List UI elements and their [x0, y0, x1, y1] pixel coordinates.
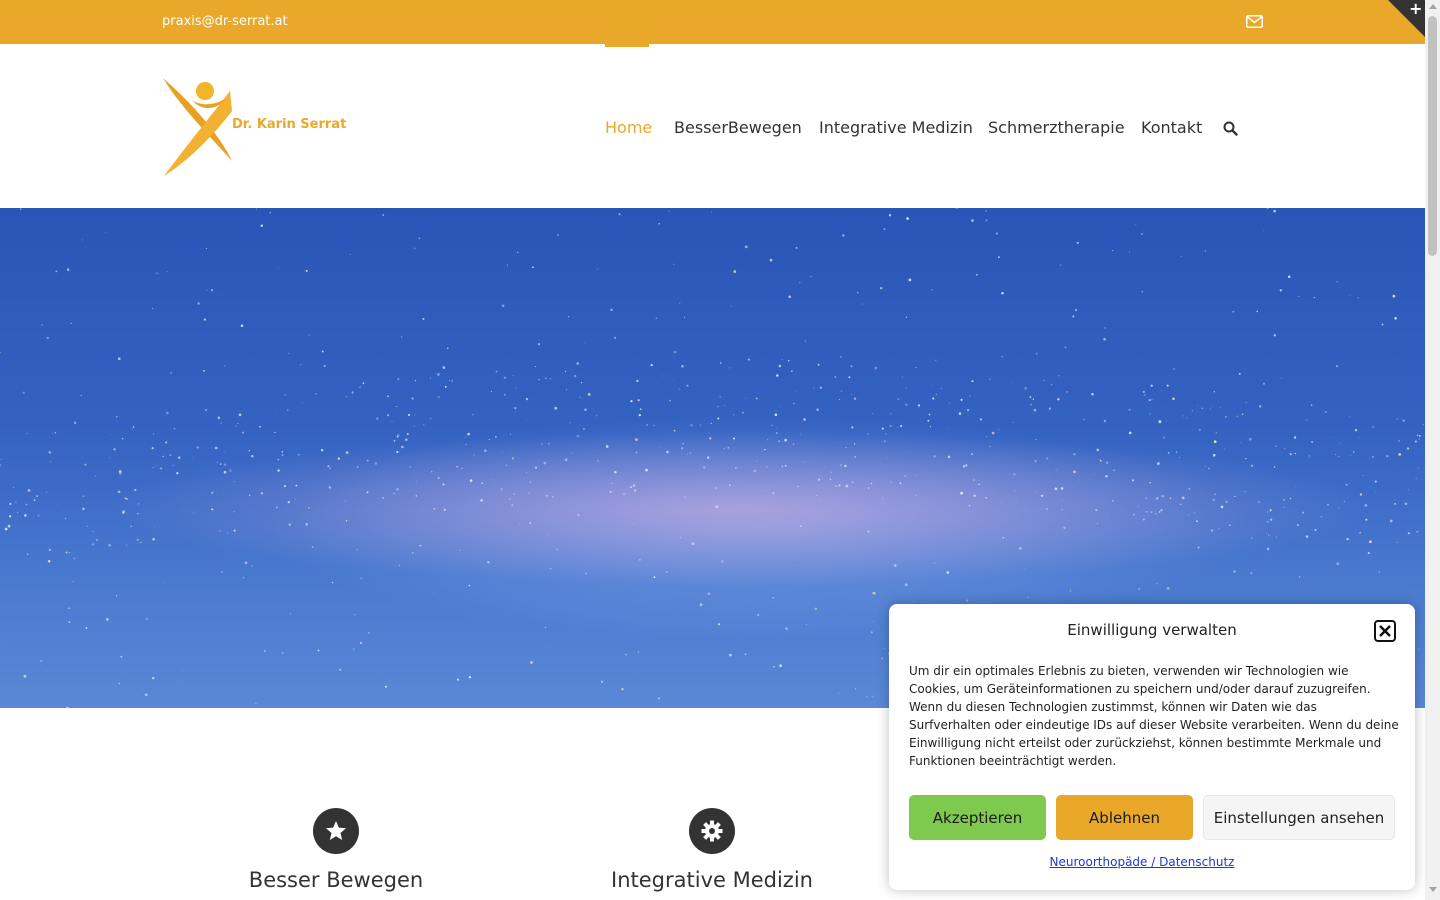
- nav-item-home[interactable]: Home: [605, 118, 652, 137]
- search-icon[interactable]: [1223, 121, 1238, 136]
- star-badge-icon: [313, 808, 359, 854]
- page-scrollbar[interactable]: [1425, 0, 1440, 900]
- envelope-icon[interactable]: [1246, 15, 1263, 28]
- view-settings-button[interactable]: Einstellungen ansehen: [1203, 795, 1395, 840]
- gear-icon: [689, 808, 735, 854]
- nav-active-indicator: [605, 44, 649, 47]
- plus-icon[interactable]: +: [1409, 1, 1422, 17]
- consent-text: Um dir ein optimales Erlebnis zu bieten,…: [909, 664, 1399, 768]
- scrollbar-thumb[interactable]: [1428, 16, 1437, 256]
- feature-title: Besser Bewegen: [248, 868, 424, 892]
- site-header: Dr. Karin Serrat Home BesserBewegen Inte…: [0, 44, 1425, 208]
- accept-button[interactable]: Akzeptieren: [909, 795, 1046, 840]
- top-bar: praxis@dr-serrat.at: [0, 0, 1425, 44]
- logo[interactable]: Dr. Karin Serrat: [160, 76, 350, 178]
- scroll-down-arrow-icon[interactable]: [1429, 887, 1437, 892]
- consent-title: Einwilligung verwalten: [1067, 621, 1237, 639]
- privacy-link[interactable]: Neuroorthopäde / Datenschutz: [889, 855, 1395, 869]
- feature-integrative-medizin[interactable]: Integrative Medizin: [592, 808, 832, 892]
- scroll-up-arrow-icon[interactable]: [1429, 4, 1437, 9]
- contact-email-link[interactable]: praxis@dr-serrat.at: [162, 14, 288, 29]
- cookie-consent-dialog: Einwilligung verwalten Um dir ein optima…: [889, 604, 1415, 890]
- nav-item-besserbewegen[interactable]: BesserBewegen: [674, 118, 802, 137]
- feature-besser-bewegen[interactable]: Besser Bewegen: [236, 808, 436, 892]
- deny-button[interactable]: Ablehnen: [1056, 795, 1193, 840]
- close-icon[interactable]: [1374, 620, 1396, 642]
- feature-title: Integrative Medizin: [611, 868, 813, 892]
- nav-item-kontakt[interactable]: Kontakt: [1141, 118, 1202, 137]
- logo-text: Dr. Karin Serrat: [232, 117, 346, 132]
- nav-item-integrative-medizin[interactable]: Integrative Medizin: [819, 118, 973, 137]
- nav-item-schmerztherapie[interactable]: Schmerztherapie: [988, 118, 1125, 137]
